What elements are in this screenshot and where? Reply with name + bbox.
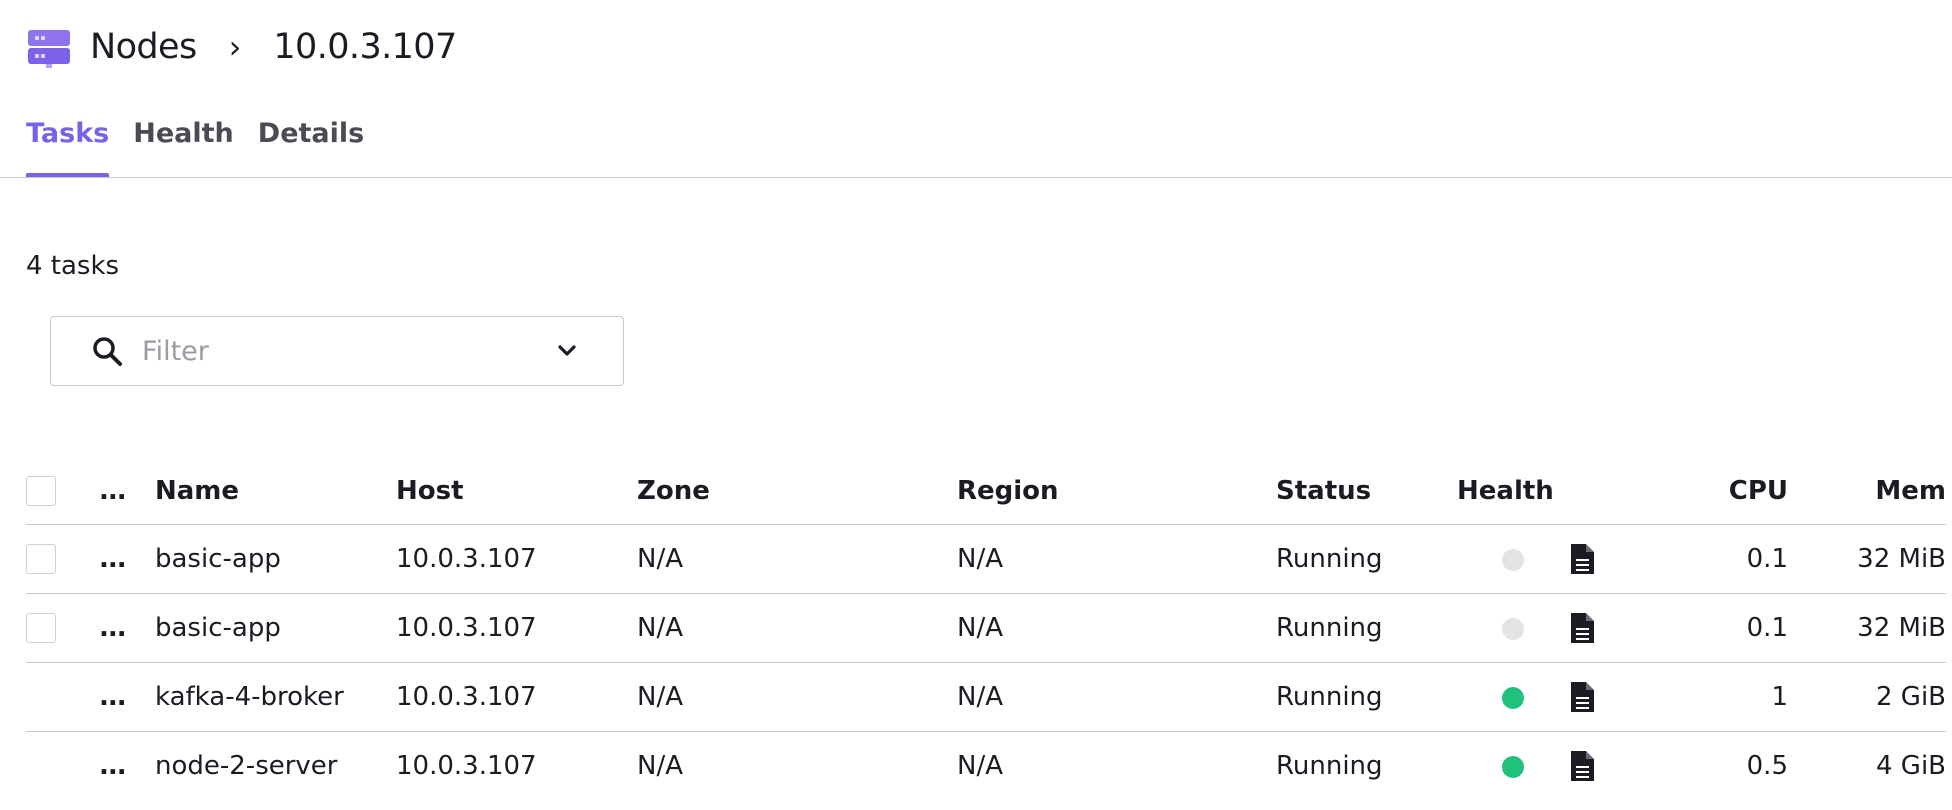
select-all-cell (26, 458, 99, 525)
task-region: N/A (957, 524, 1276, 594)
task-mem: 2 GiB (1788, 662, 1946, 732)
task-name[interactable]: node-2-server (155, 732, 396, 801)
row-select-cell (26, 593, 99, 663)
task-zone: N/A (637, 662, 957, 732)
row-more-button[interactable]: ... (99, 613, 127, 643)
breadcrumb-separator: › (228, 28, 242, 66)
table-row[interactable]: ... node-2-server 10.0.3.107 N/A N/A Run… (26, 732, 1946, 801)
column-header-status[interactable]: Status (1276, 458, 1457, 525)
file-text-icon[interactable] (1568, 681, 1596, 713)
search-icon (93, 337, 122, 366)
row-more-button[interactable]: ... (99, 544, 127, 574)
task-health-cell (1457, 593, 1568, 663)
filter-input[interactable] (142, 335, 553, 367)
breadcrumb-nodes-link[interactable]: Nodes (90, 27, 197, 67)
task-cpu: 1 (1678, 662, 1788, 732)
tasks-table: ... Name Host Zone Region Status Health … (26, 458, 1946, 800)
page-title: 10.0.3.107 (273, 27, 457, 67)
task-region: N/A (957, 593, 1276, 663)
task-log-cell (1568, 662, 1678, 732)
task-mem: 32 MiB (1788, 593, 1946, 663)
task-host: 10.0.3.107 (396, 662, 637, 732)
tab-health[interactable]: Health (133, 115, 234, 177)
tab-tasks[interactable]: Tasks (26, 115, 110, 177)
column-header-cpu[interactable]: CPU (1678, 458, 1788, 525)
task-zone: N/A (637, 593, 957, 663)
file-text-icon[interactable] (1568, 750, 1596, 782)
row-checkbox[interactable] (26, 544, 56, 575)
health-healthy-indicator (1501, 755, 1524, 778)
column-header-host[interactable]: Host (396, 458, 637, 525)
row-select-cell (26, 732, 99, 801)
task-status: Running (1276, 524, 1457, 594)
task-region: N/A (957, 751, 1003, 781)
task-health-cell (1457, 662, 1568, 732)
row-checkbox[interactable] (26, 613, 56, 644)
task-host: 10.0.3.107 (396, 751, 537, 781)
column-header-region[interactable]: Region (957, 458, 1276, 525)
task-cpu: 0.1 (1678, 593, 1788, 663)
file-text-icon[interactable] (1568, 543, 1596, 575)
chevron-down-icon[interactable] (553, 337, 581, 365)
row-more-button[interactable]: ... (99, 751, 127, 781)
task-name[interactable]: kafka-4-broker (155, 662, 396, 732)
task-status: Running (1276, 662, 1457, 732)
task-count: 4 tasks (26, 251, 120, 281)
column-header-health[interactable]: Health (1457, 458, 1568, 525)
task-host: 10.0.3.107 (396, 593, 637, 663)
table-row[interactable]: ... basic-app 10.0.3.107 N/A N/A Running… (26, 593, 1946, 663)
row-more-button[interactable]: ... (99, 682, 127, 712)
task-zone: N/A (637, 524, 957, 594)
health-unknown-indicator (1501, 548, 1524, 571)
tab-bar: Tasks Health Details (26, 115, 364, 177)
task-zone: N/A (637, 751, 683, 781)
file-text-icon[interactable] (1568, 612, 1596, 644)
table-header-row: ... Name Host Zone Region Status Health … (26, 458, 1946, 525)
tab-divider (0, 177, 1952, 178)
task-log-cell (1568, 732, 1678, 801)
table-row[interactable]: ... kafka-4-broker 10.0.3.107 N/A N/A Ru… (26, 662, 1946, 732)
task-region: N/A (957, 662, 1276, 732)
column-header-name[interactable]: Name (155, 458, 396, 525)
row-more-cell: ... (99, 524, 155, 594)
health-unknown-indicator (1501, 617, 1524, 640)
task-log-cell (1568, 593, 1678, 663)
column-header-more: ... (99, 458, 155, 525)
task-status: Running (1276, 751, 1383, 781)
health-healthy-indicator (1501, 686, 1524, 709)
table-row[interactable]: ... basic-app 10.0.3.107 N/A N/A Running… (26, 524, 1946, 594)
row-more-cell: ... (99, 662, 155, 732)
column-header-zone[interactable]: Zone (637, 458, 957, 525)
filter-bar[interactable] (50, 316, 624, 386)
task-cpu: 0.5 (1746, 751, 1788, 781)
task-health-cell (1457, 524, 1568, 594)
task-health-cell (1457, 732, 1568, 801)
task-name[interactable]: basic-app (155, 524, 396, 594)
column-header-logs (1568, 458, 1678, 525)
task-mem: 32 MiB (1788, 524, 1946, 594)
row-select-cell (26, 662, 99, 732)
row-more-cell: ... (99, 732, 155, 801)
task-status: Running (1276, 593, 1457, 663)
task-log-cell (1568, 524, 1678, 594)
row-more-cell: ... (99, 593, 155, 663)
server-icon (28, 30, 70, 68)
breadcrumb: Nodes › 10.0.3.107 (26, 24, 457, 70)
tab-details[interactable]: Details (258, 115, 364, 177)
task-mem: 4 GiB (1875, 751, 1946, 781)
row-select-cell (26, 524, 99, 594)
task-cpu: 0.1 (1678, 524, 1788, 594)
task-host: 10.0.3.107 (396, 524, 637, 594)
column-header-mem[interactable]: Mem (1788, 458, 1946, 525)
select-all-checkbox[interactable] (26, 476, 56, 507)
task-name[interactable]: basic-app (155, 593, 396, 663)
